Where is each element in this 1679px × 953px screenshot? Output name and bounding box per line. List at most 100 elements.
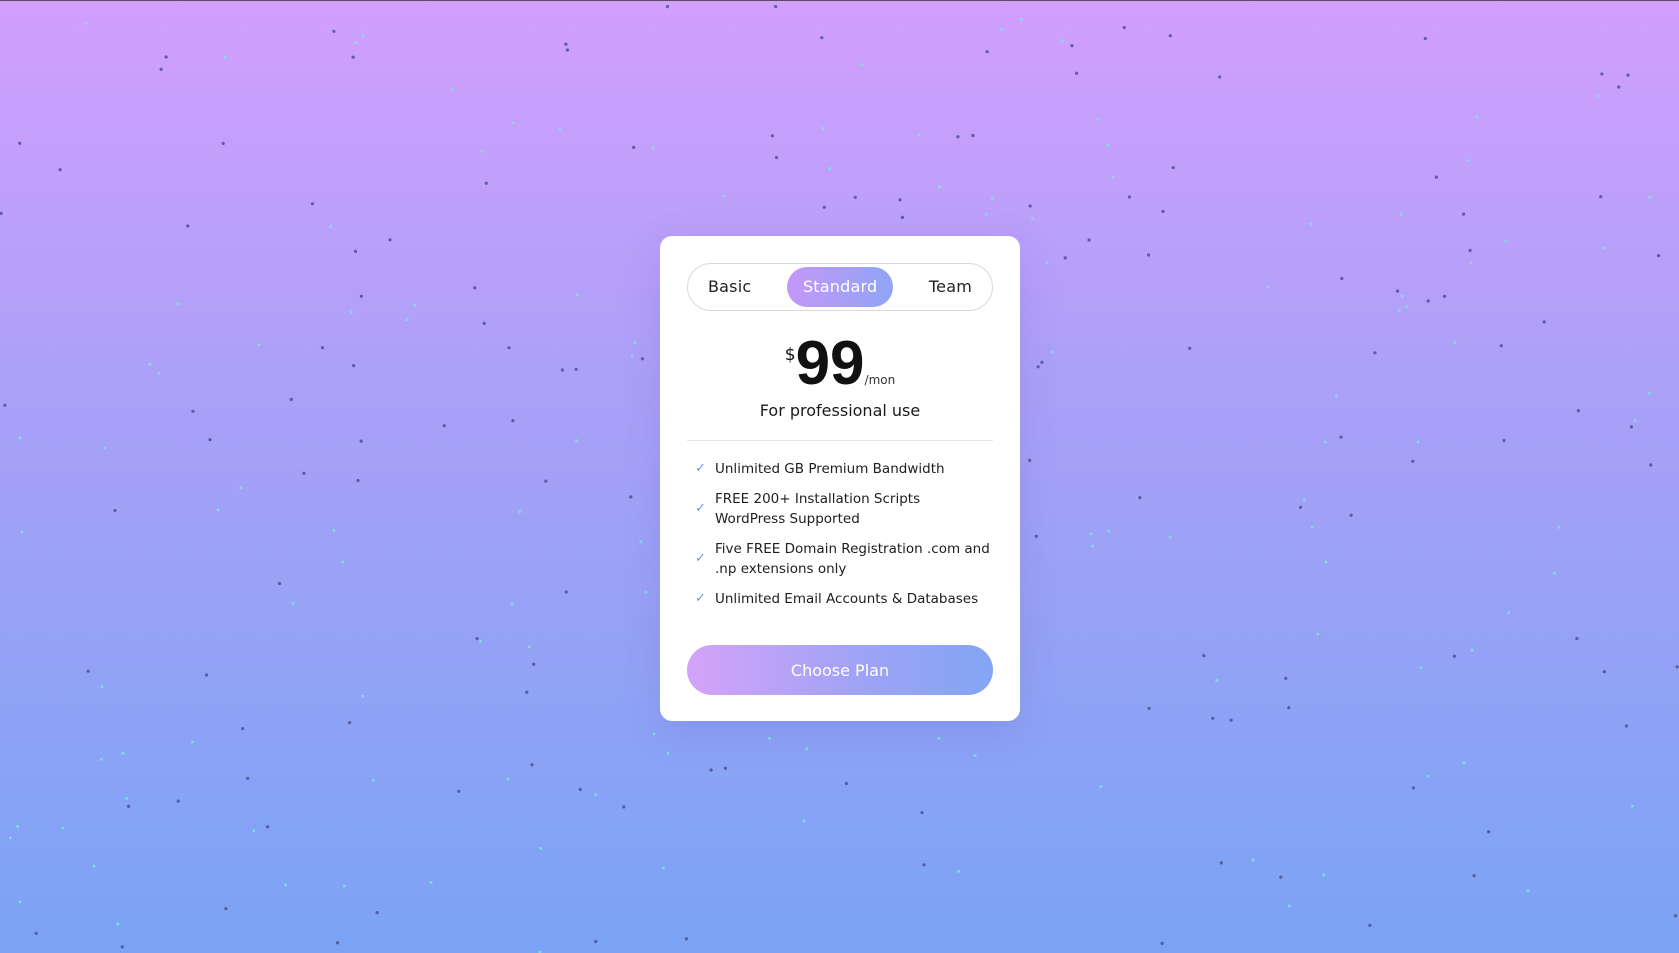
particle-dot (1251, 858, 1255, 862)
particle-dot (1323, 440, 1327, 444)
particle-dot (594, 793, 598, 797)
particle-dot (1063, 256, 1067, 260)
particle-dot (820, 36, 824, 40)
particle-dot (190, 740, 194, 744)
particle-dot (113, 508, 117, 513)
particle-dot (361, 694, 365, 698)
particle-dot (320, 346, 325, 350)
particle-dot (103, 446, 107, 450)
particle-dot (594, 939, 598, 944)
particle-dot (1303, 498, 1306, 502)
particle-dot (125, 797, 129, 800)
particle-dot (473, 286, 477, 290)
particle-dot (709, 768, 713, 772)
particle-dot (853, 195, 857, 199)
particle-dot (1138, 496, 1142, 500)
particle-dot (1656, 254, 1661, 258)
tab-team[interactable]: Team (913, 267, 988, 307)
particle-dot (956, 135, 960, 139)
particle-dot (1168, 34, 1172, 38)
particle-dot (560, 368, 565, 372)
particle-dot (1324, 560, 1328, 564)
particle-dot (205, 673, 209, 677)
particle-dot (630, 354, 634, 358)
particle-dot (639, 540, 643, 544)
particle-dot (1287, 904, 1291, 908)
particle-dot (1502, 438, 1506, 443)
particle-dot (1470, 648, 1474, 652)
particle-dot (1034, 534, 1038, 539)
particle-dot (1649, 463, 1653, 467)
particle-dot (1287, 706, 1291, 710)
check-icon: ✓ (695, 551, 706, 566)
particle-dot (1626, 73, 1630, 77)
particle-dot (684, 937, 689, 941)
particle-dot (120, 945, 124, 949)
tab-standard[interactable]: Standard (786, 267, 894, 307)
particle-dot (349, 310, 353, 314)
particle-dot (332, 528, 336, 532)
particle-dot (84, 21, 88, 25)
particle-dot (484, 181, 488, 185)
particle-dot (1601, 246, 1605, 250)
particle-dot (86, 669, 90, 673)
particle-dot (475, 637, 479, 641)
particle-dot (774, 155, 779, 160)
particle-dot (1075, 71, 1079, 75)
particle-dot (558, 127, 562, 131)
particle-dot (359, 294, 363, 298)
particle-dot (20, 530, 24, 534)
feature-item: ✓ Unlimited GB Premium Bandwidth (695, 459, 993, 479)
particle-dot (353, 41, 357, 45)
particle-dot (8, 836, 12, 840)
particle-dot (1147, 253, 1151, 257)
particle-dot (208, 438, 212, 442)
particle-dot (291, 601, 295, 605)
particle-dot (544, 479, 548, 483)
particle-dot (121, 751, 125, 755)
particle-dot (1096, 118, 1100, 121)
particle-dot (990, 196, 994, 200)
particle-dot (1279, 875, 1283, 879)
choose-plan-button[interactable]: Choose Plan (687, 645, 993, 695)
particle-dot (917, 133, 920, 137)
particle-dot (375, 911, 379, 915)
particle-dot (1161, 209, 1165, 213)
particle-dot (1218, 75, 1222, 79)
particle-dot (1036, 365, 1040, 369)
particle-dot (1050, 350, 1054, 354)
particle-dot (651, 146, 655, 149)
particle-dot (284, 883, 287, 887)
tab-basic[interactable]: Basic (692, 267, 767, 307)
particle-dot (1040, 360, 1044, 364)
particle-dot (353, 249, 358, 253)
particle-dot (176, 799, 180, 803)
particle-dot (34, 931, 38, 935)
particle-dot (1310, 525, 1314, 529)
particle-dot (329, 225, 333, 229)
check-icon: ✓ (695, 591, 706, 606)
particle-dot (860, 62, 863, 66)
particle-dot (507, 346, 511, 350)
particle-dot (335, 941, 340, 945)
particle-dot (310, 202, 314, 206)
particle-dot (898, 198, 902, 202)
particle-dot (1266, 285, 1270, 289)
particle-dot (100, 685, 104, 689)
particle-dot (805, 747, 809, 751)
particle-dot (633, 341, 637, 344)
particle-dot (1624, 724, 1628, 728)
particle-dot (1487, 830, 1491, 834)
plan-tab-switcher: Basic Standard Team (687, 263, 993, 311)
particle-dot (1442, 294, 1447, 298)
price-amount: 99 (795, 329, 865, 398)
particle-dot (1397, 309, 1401, 312)
particle-dot (1526, 889, 1530, 893)
particle-dot (239, 486, 243, 489)
particle-dot (518, 510, 522, 514)
particle-dot (1557, 525, 1561, 529)
particle-dot (920, 811, 924, 815)
particle-dot (661, 866, 665, 870)
particle-dot (1322, 873, 1326, 877)
particle-dot (116, 922, 120, 926)
